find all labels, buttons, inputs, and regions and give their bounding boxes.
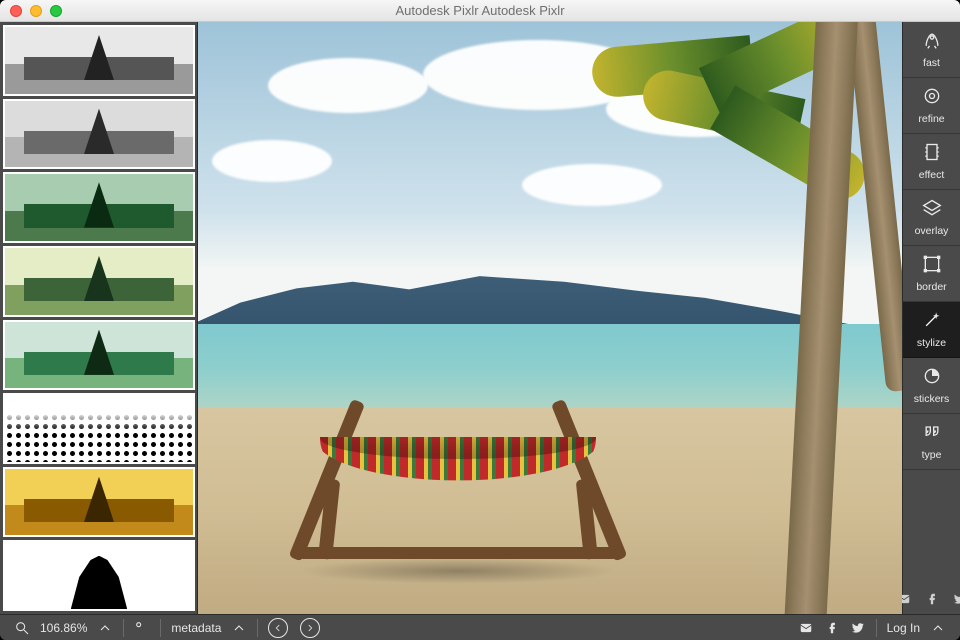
chevron-up-icon[interactable] — [97, 620, 113, 636]
tool-border[interactable]: border — [903, 246, 960, 302]
image-canvas[interactable] — [198, 22, 902, 614]
facebook-icon[interactable] — [824, 620, 840, 636]
sticker-icon — [922, 366, 942, 389]
rocket-icon — [922, 30, 942, 53]
border-icon — [922, 254, 942, 277]
chevron-up-icon — [231, 620, 247, 636]
tool-label: type — [922, 449, 942, 461]
bottom-toolbar: 106.86% metadata — [0, 614, 960, 640]
tool-label: fast — [923, 57, 940, 69]
style-preset-thumb[interactable] — [3, 320, 195, 391]
style-preset-thumb[interactable] — [3, 467, 195, 538]
tool-label: overlay — [915, 225, 949, 237]
tool-overlay[interactable]: overlay — [903, 190, 960, 246]
target-icon — [922, 86, 942, 109]
layers-icon — [922, 198, 942, 221]
tool-sidebar: fast refine effect overlay border stylize stic… — [902, 22, 960, 614]
degrees-icon — [134, 620, 150, 636]
next-button[interactable] — [300, 618, 320, 638]
minimize-window-button[interactable] — [30, 5, 42, 17]
mail-icon[interactable] — [798, 620, 814, 636]
zoom-value: 106.86% — [40, 621, 87, 635]
tool-label: stickers — [914, 393, 950, 405]
quote-icon — [922, 422, 942, 445]
style-preset-thumb[interactable] — [3, 172, 195, 243]
zoom-icon[interactable] — [14, 620, 30, 636]
window-controls — [0, 5, 62, 17]
tool-stickers[interactable]: stickers — [903, 358, 960, 414]
metadata-label: metadata — [171, 621, 221, 635]
style-preset-thumb[interactable] — [3, 246, 195, 317]
tool-label: border — [916, 281, 946, 293]
style-preset-thumb[interactable] — [3, 25, 195, 96]
style-preset-thumb[interactable] — [3, 99, 195, 170]
style-presets-panel — [0, 22, 198, 614]
chevron-up-icon — [930, 620, 946, 636]
wand-icon — [922, 310, 942, 333]
tool-type[interactable]: type — [903, 414, 960, 470]
tool-label: effect — [919, 169, 945, 181]
close-window-button[interactable] — [10, 5, 22, 17]
tool-refine[interactable]: refine — [903, 78, 960, 134]
facebook-icon[interactable] — [925, 592, 939, 611]
metadata-button[interactable]: metadata — [161, 615, 257, 640]
login-label: Log In — [887, 621, 920, 635]
filmstrip-icon — [922, 142, 942, 165]
tool-effect[interactable]: effect — [903, 134, 960, 190]
login-button[interactable]: Log In — [877, 615, 956, 640]
prev-button[interactable] — [268, 618, 288, 638]
window-title: Autodesk Pixlr Autodesk Pixlr — [0, 3, 960, 18]
canvas-area — [198, 22, 902, 614]
tool-stylize[interactable]: stylize — [903, 302, 960, 358]
tool-label: refine — [918, 113, 944, 125]
sidebar-social-row — [903, 588, 960, 614]
style-preset-thumb[interactable] — [3, 540, 195, 611]
twitter-icon[interactable] — [850, 620, 866, 636]
titlebar: Autodesk Pixlr Autodesk Pixlr — [0, 0, 960, 22]
style-preset-thumb[interactable] — [3, 393, 195, 464]
app-window: Autodesk Pixlr Autodesk Pixlr — [0, 0, 960, 640]
tool-label: stylize — [917, 337, 946, 349]
zoom-window-button[interactable] — [50, 5, 62, 17]
tool-fast[interactable]: fast — [903, 22, 960, 78]
twitter-icon[interactable] — [953, 592, 960, 611]
